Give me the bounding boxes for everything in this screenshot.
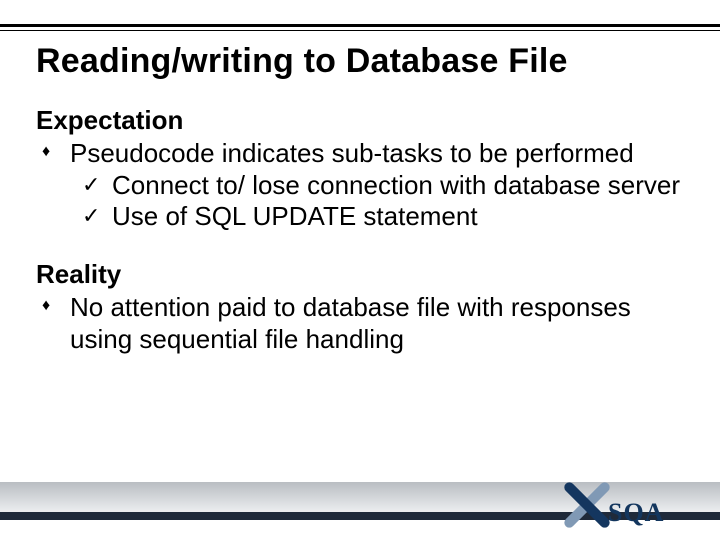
bullet-item: No attention paid to database file with … [70, 292, 684, 355]
sub-bullet-item: Connect to/ lose connection with databas… [112, 170, 684, 202]
section-heading: Reality [36, 259, 684, 290]
section-expectation: Expectation Pseudocode indicates sub-tas… [36, 105, 684, 233]
sqa-logo: SQA [564, 482, 684, 534]
slide-title: Reading/writing to Database File [36, 42, 684, 81]
section-heading: Expectation [36, 105, 684, 136]
top-divider [0, 24, 720, 31]
logo-x-icon [564, 482, 610, 528]
bullet-item: Pseudocode indicates sub-tasks to be per… [70, 138, 684, 170]
logo-text: SQA [608, 498, 664, 528]
section-reality: Reality No attention paid to database fi… [36, 259, 684, 355]
sub-bullet-item: Use of SQL UPDATE statement [112, 201, 684, 233]
slide-body: Reading/writing to Database File Expecta… [0, 34, 720, 470]
